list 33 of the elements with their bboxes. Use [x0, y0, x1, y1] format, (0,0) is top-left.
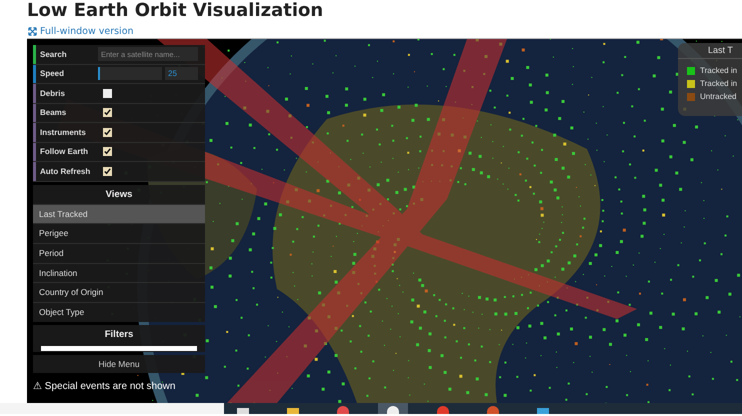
control-label: Follow Earth — [40, 147, 89, 156]
view-item[interactable]: Last Tracked — [33, 204, 205, 224]
page-title: Low Earth Orbit Visualization — [27, 0, 324, 22]
control-label: Beams — [40, 108, 68, 118]
checkbox[interactable] — [103, 88, 112, 98]
checkbox[interactable] — [103, 108, 112, 118]
view-item[interactable]: Inclination — [33, 262, 205, 282]
taskbar-app-icon[interactable] — [378, 403, 408, 414]
control-label: Search — [40, 50, 68, 59]
legend-label: Untracked — [700, 92, 736, 101]
filter-field[interactable] — [41, 346, 197, 351]
legend-label: Tracked in — [700, 79, 738, 88]
legend-label: Tracked in — [700, 66, 738, 75]
speed-slider[interactable] — [98, 67, 162, 80]
full-window-link[interactable]: Full-window version — [28, 26, 134, 37]
control-label: Instruments — [40, 128, 87, 137]
warning-text: ⚠ Special events are not shown — [33, 380, 176, 392]
expand-icon — [28, 27, 37, 36]
control-label: Auto Refresh — [40, 166, 92, 176]
view-item[interactable]: Country of Origin — [33, 282, 205, 302]
legend-title: Last T — [678, 43, 742, 59]
checkbox[interactable] — [103, 166, 112, 176]
view-item[interactable]: Perigee — [33, 223, 205, 243]
view-item[interactable]: Object Type — [33, 302, 205, 322]
control-label: Debris — [40, 88, 66, 98]
speed-field[interactable]: 25 — [165, 67, 198, 80]
control-label: Speed — [40, 69, 66, 78]
hide-menu-button[interactable]: Hide Menu — [33, 354, 205, 373]
filters-heading: Filters — [104, 328, 134, 342]
checkbox[interactable] — [103, 147, 112, 156]
view-item[interactable]: Period — [33, 242, 205, 263]
views-heading: Views — [104, 188, 134, 202]
checkbox[interactable] — [103, 128, 112, 137]
